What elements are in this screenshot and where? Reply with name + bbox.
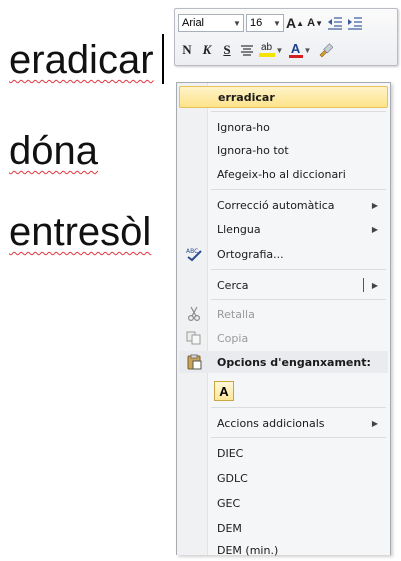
spelling-check-icon: ABC xyxy=(185,246,203,262)
menu-item-label: DEM xyxy=(217,521,242,535)
chevron-down-icon: ▼ xyxy=(303,45,312,55)
font-name-combo[interactable]: Arial ▼ xyxy=(178,14,244,32)
menu-separator xyxy=(211,269,386,270)
spelling-context-menu: erradicar Ignora-ho Ignora-ho tot Afegei… xyxy=(176,82,391,557)
center-align-button[interactable] xyxy=(238,40,256,60)
mini-toolbar-row-2: N K S ab ▼ A ▼ xyxy=(178,39,334,61)
font-color-button[interactable]: A ▼ xyxy=(286,40,314,60)
menu-separator xyxy=(211,437,386,438)
menu-item-add-to-dictionary[interactable]: Afegeix-ho al diccionari xyxy=(179,163,388,185)
highlight-color-bar xyxy=(258,53,275,57)
menu-item-label: GDLC xyxy=(217,471,248,485)
menu-item-copy[interactable]: Copia xyxy=(179,327,388,349)
bold-icon: N xyxy=(182,42,192,57)
shrink-font-button[interactable]: A ▼ xyxy=(306,13,324,33)
underline-icon: S xyxy=(223,42,231,57)
highlight-label: ab xyxy=(260,42,273,53)
menu-item-label: DIEC xyxy=(217,446,244,460)
highlight-icon: ab xyxy=(258,42,275,57)
font-name-value: Arial xyxy=(182,17,205,29)
font-size-combo[interactable]: 16 ▼ xyxy=(246,14,284,32)
shrink-font-icon: A xyxy=(307,17,316,29)
document-word-dona: dóna xyxy=(9,129,98,173)
paste-options-header: Opcions d'enganxament: xyxy=(179,351,388,373)
mini-toolbar-row-1: Arial ▼ 16 ▼ A ▲ A ▼ xyxy=(178,12,364,34)
chevron-down-icon: ▼ xyxy=(275,45,284,55)
paste-text-only-icon: A xyxy=(219,383,229,399)
font-color-icon: A xyxy=(288,40,303,58)
menu-separator xyxy=(211,189,386,190)
font-color-label: A xyxy=(290,40,301,56)
chevron-right-icon: ▶ xyxy=(371,200,378,210)
menu-item-label: Afegeix-ho al diccionari xyxy=(217,167,346,181)
menu-separator xyxy=(211,407,386,408)
increase-indent-button[interactable] xyxy=(346,13,364,33)
menu-item-label: GEC xyxy=(217,496,241,510)
paste-keep-text-only-button[interactable]: A xyxy=(214,381,234,401)
svg-text:ABC: ABC xyxy=(186,248,198,255)
menu-item-dem[interactable]: DEM xyxy=(179,517,388,539)
chevron-right-icon: ▶ xyxy=(371,224,378,234)
menu-item-gdlc[interactable]: GDLC xyxy=(179,467,388,489)
paintbrush-icon xyxy=(319,43,333,58)
scissors-icon xyxy=(185,306,203,322)
menu-item-label: Cerca xyxy=(217,278,249,292)
menu-item-autocorrect[interactable]: Correcció automàtica ▶ xyxy=(179,194,388,216)
menu-separator xyxy=(211,299,386,300)
menu-item-additional-actions[interactable]: Accions addicionals ▶ xyxy=(179,412,388,434)
suggestion-erradicar[interactable]: erradicar xyxy=(179,86,388,108)
menu-item-label: Ignora-ho tot xyxy=(217,143,289,157)
grow-font-button[interactable]: A ▲ xyxy=(286,13,304,33)
menu-item-label: Ortografia... xyxy=(217,247,284,261)
menu-item-label: Llengua xyxy=(217,222,261,236)
menu-item-cut[interactable]: Retalla xyxy=(179,303,388,325)
document-word-eradicar: eradicar xyxy=(9,38,154,82)
format-painter-button[interactable] xyxy=(316,40,334,60)
chevron-down-icon: ▼ xyxy=(233,18,241,28)
clipboard-icon xyxy=(185,354,203,370)
chevron-right-icon: ▶ xyxy=(371,280,378,290)
menu-item-language[interactable]: Llengua ▶ xyxy=(179,218,388,240)
menu-item-ignore-all[interactable]: Ignora-ho tot xyxy=(179,139,388,161)
decrease-indent-icon xyxy=(328,17,343,30)
suggestion-label: erradicar xyxy=(218,90,275,104)
center-align-icon xyxy=(241,45,253,56)
document-word-entresol: entresòl xyxy=(9,210,152,254)
mini-toolbar: Arial ▼ 16 ▼ A ▲ A ▼ N K S ab ▼ A ▼ xyxy=(174,8,398,66)
split-divider xyxy=(363,278,364,292)
highlight-button[interactable]: ab ▼ xyxy=(258,40,284,60)
paste-options-label: Opcions d'enganxament: xyxy=(217,355,371,369)
chevron-right-icon: ▶ xyxy=(371,418,378,428)
menu-item-label: Copia xyxy=(217,331,249,345)
menu-item-diec[interactable]: DIEC xyxy=(179,442,388,464)
menu-item-label: Retalla xyxy=(217,307,255,321)
italic-icon: K xyxy=(202,42,212,57)
grow-font-icon: A xyxy=(286,15,297,31)
menu-item-spelling[interactable]: ABC Ortografia... xyxy=(179,243,388,265)
menu-item-gec[interactable]: GEC xyxy=(179,492,388,514)
menu-separator xyxy=(211,111,386,112)
menu-item-ignore[interactable]: Ignora-ho xyxy=(179,116,388,138)
menu-item-label: Accions addicionals xyxy=(217,416,325,430)
text-cursor xyxy=(162,34,164,84)
font-color-bar xyxy=(288,54,303,58)
copy-icon xyxy=(185,330,203,346)
menu-item-search[interactable]: Cerca ▶ xyxy=(179,274,388,296)
chevron-down-icon: ▼ xyxy=(273,18,281,28)
underline-button[interactable]: S xyxy=(218,40,236,60)
increase-indent-icon xyxy=(348,17,363,30)
decrease-indent-button[interactable] xyxy=(326,13,344,33)
menu-item-dem-min[interactable]: DEM (min.) xyxy=(179,539,388,561)
menu-item-label: Ignora-ho xyxy=(217,120,270,134)
font-size-value: 16 xyxy=(250,17,263,29)
italic-button[interactable]: K xyxy=(198,40,216,60)
bold-button[interactable]: N xyxy=(178,40,196,60)
menu-item-label: Correcció automàtica xyxy=(217,198,335,212)
